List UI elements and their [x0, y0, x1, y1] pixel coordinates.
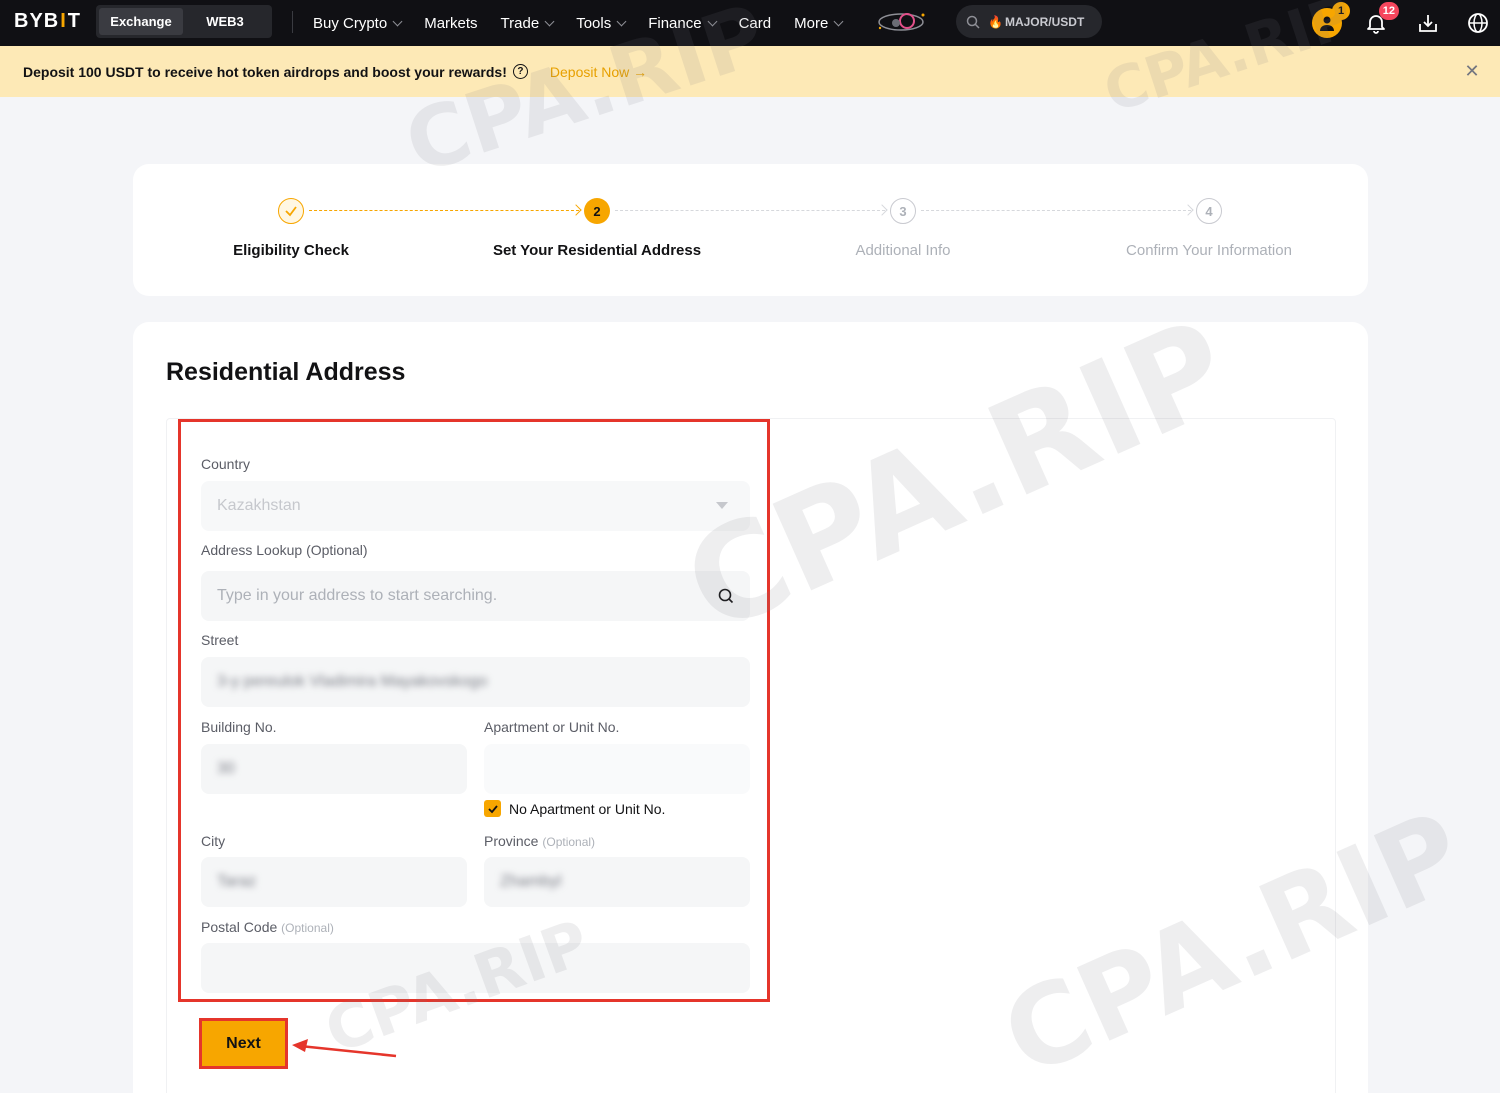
help-icon[interactable]: ?: [512, 64, 528, 79]
menu-tools[interactable]: Tools: [576, 14, 627, 32]
menu-markets[interactable]: Markets: [424, 15, 477, 32]
menu-label: Markets: [424, 14, 478, 32]
deposit-now-label: Deposit Now: [549, 63, 630, 80]
step-label: Additional Info: [855, 242, 951, 259]
chevron-down-icon: [707, 16, 718, 26]
banner-message: Deposit 100 USDT to receive hot token ai…: [23, 63, 507, 80]
promo-banner: Deposit 100 USDT to receive hot token ai…: [0, 46, 1500, 97]
step-label: Set Your Residential Address: [492, 242, 702, 259]
step-label: Confirm Your Information: [1126, 242, 1292, 259]
top-navigation: BYB I T Exchange WEB3 Buy Crypto Markets T…: [0, 0, 1500, 46]
language-button[interactable]: [1463, 8, 1493, 38]
download-button[interactable]: [1413, 8, 1443, 38]
menu-trade[interactable]: Trade: [500, 14, 555, 32]
menu-more[interactable]: More: [794, 14, 844, 32]
logo-suffix: T: [67, 10, 82, 32]
globe-icon: [1468, 13, 1488, 33]
menu-label: Tools: [576, 14, 612, 32]
download-icon: [1419, 15, 1437, 32]
web3-tab[interactable]: WEB3: [183, 8, 267, 35]
kyc-stepper: Eligibility Check 2 Set Your Residential…: [133, 164, 1368, 296]
step-number: 4: [1196, 198, 1222, 224]
annotation-arrow-icon: [292, 1039, 397, 1058]
menu-buy-crypto[interactable]: Buy Crypto: [313, 14, 403, 32]
menu-label: Card: [738, 14, 772, 32]
step-number: 2: [584, 198, 610, 224]
notifications-badge: 12: [1378, 2, 1399, 20]
chevron-down-icon: [616, 16, 627, 26]
search-icon: [966, 15, 980, 29]
step-number: 3: [890, 198, 916, 224]
search-trending-text: MAJOR/USDT: [1004, 14, 1085, 29]
arrow-right-icon: →: [633, 63, 648, 80]
menu-label: More: [794, 14, 829, 32]
promo-event-icon[interactable]: [874, 9, 928, 35]
deposit-now-link[interactable]: Deposit Now →: [550, 64, 647, 80]
next-button[interactable]: Next: [199, 1018, 288, 1069]
exchange-tab[interactable]: Exchange: [99, 8, 183, 35]
rewards-button[interactable]: 1: [1312, 2, 1350, 38]
close-icon[interactable]: ✕: [1462, 61, 1482, 81]
step-label: Eligibility Check: [233, 242, 349, 259]
chevron-down-icon: [392, 16, 403, 26]
step-residential-address: 2 Set Your Residential Address: [467, 164, 727, 296]
chevron-down-icon: [833, 16, 844, 26]
step-eligibility-check: Eligibility Check: [161, 164, 421, 296]
main-menu: Buy Crypto Markets Trade Tools Finance C…: [313, 0, 844, 46]
fire-icon: 🔥: [988, 14, 1003, 29]
step-confirm-information: 4 Confirm Your Information: [1079, 164, 1339, 296]
check-icon: [278, 198, 304, 224]
nav-divider: [292, 11, 293, 33]
bybit-logo[interactable]: BYB I T: [14, 10, 81, 33]
exchange-web3-switch: Exchange WEB3: [96, 5, 272, 38]
step-additional-info: 3 Additional Info: [773, 164, 1033, 296]
menu-label: Finance: [648, 14, 702, 32]
logo-i: I: [60, 10, 67, 32]
page-title: Residential Address: [166, 358, 406, 386]
notifications-button[interactable]: 12: [1361, 2, 1399, 38]
logo-prefix: BYB: [14, 10, 60, 32]
annotation-highlight-box: [178, 419, 770, 1002]
menu-label: Buy Crypto: [313, 14, 388, 32]
menu-label: Trade: [500, 14, 540, 32]
search-bar[interactable]: 🔥 MAJOR/USDT: [956, 5, 1102, 38]
rewards-badge: 1: [1332, 2, 1350, 20]
menu-card[interactable]: Card: [739, 15, 772, 32]
chevron-down-icon: [544, 16, 555, 26]
menu-finance[interactable]: Finance: [648, 14, 718, 32]
